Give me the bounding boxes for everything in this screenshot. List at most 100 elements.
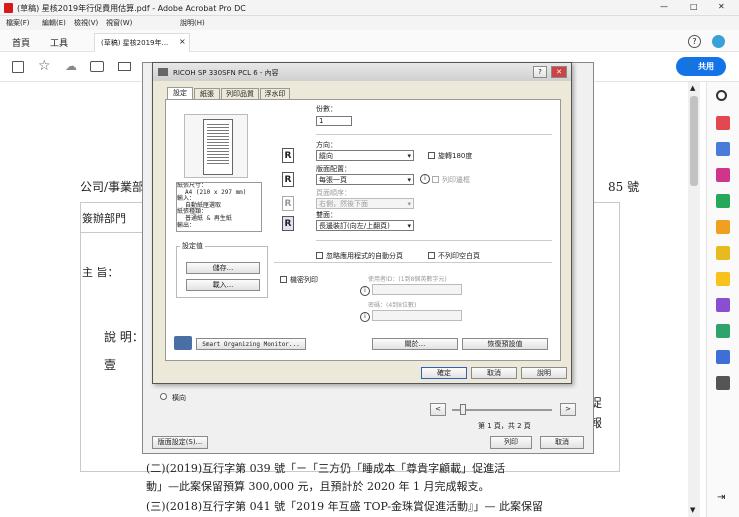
dialog-cancel-button[interactable]: 取消 — [471, 367, 517, 379]
minimize-button[interactable]: — — [660, 2, 668, 11]
right-tools-panel: ⇥ — [706, 82, 739, 517]
menu-view[interactable]: 檢視(V) — [74, 18, 98, 28]
tab-tools[interactable]: 工具 — [50, 36, 68, 49]
create-pdf-icon[interactable] — [716, 142, 730, 156]
dialog-help-icon[interactable]: ? — [533, 66, 547, 78]
divider-line — [274, 262, 552, 263]
page-slider-thumb[interactable] — [460, 404, 466, 415]
scroll-up-icon[interactable]: ▲ — [690, 84, 695, 92]
comment-icon[interactable] — [716, 272, 730, 286]
dialog-close-icon[interactable]: ✕ — [551, 66, 567, 78]
upload-cloud-icon[interactable]: ☁ — [65, 59, 77, 73]
collapse-panel-icon[interactable]: ⇥ — [717, 492, 725, 503]
rotate-180-checkbox[interactable] — [428, 152, 435, 159]
smart-organizing-monitor-button[interactable]: Smart Organizing Monitor... — [196, 338, 306, 350]
password-info-icon[interactable]: i — [360, 312, 370, 322]
more-tools-icon[interactable] — [716, 376, 730, 390]
save-settings-button[interactable]: 儲存... — [186, 262, 260, 274]
scroll-down-icon[interactable]: ▼ — [690, 506, 695, 514]
paper-info-list[interactable]: 紙張尺寸： A4 (210 x 297 mm) 輸入： 自動紙匣選取 紙張種類：… — [176, 182, 262, 232]
settings-group-label: 設定值 — [180, 241, 205, 251]
close-window-button[interactable]: ✕ — [718, 2, 725, 11]
window-title: (草稿) 星核2019年行促費用估算.pdf - Adobe Acrobat P… — [17, 4, 246, 13]
combine-files-icon[interactable] — [716, 194, 730, 208]
monitor-printer-icon — [174, 336, 192, 350]
organize-pages-icon[interactable] — [716, 168, 730, 182]
email-icon[interactable] — [118, 62, 131, 71]
menu-help[interactable]: 說明(H) — [180, 18, 205, 28]
load-settings-button[interactable]: 載入... — [186, 279, 260, 291]
secure-print-label: 機密列印 — [290, 276, 318, 284]
tab-document-label: (草稿) 星核2019年... — [101, 39, 169, 47]
print-border-checkbox[interactable] — [432, 176, 439, 183]
duplex-select[interactable]: 長邊裝訂(向左/上翻頁) — [316, 220, 414, 231]
orientation-value: 縱向 — [319, 152, 333, 160]
share-button-label: 共用 — [698, 62, 714, 71]
ok-button[interactable]: 確定 — [421, 367, 467, 379]
page-order-value: 右側，然後下面 — [319, 200, 368, 208]
doc-paragraph-2: 動」—此案保留預算 300,000 元，且預計於 2020 年 1 月完成報支。 — [146, 480, 490, 493]
page-slider-track[interactable] — [452, 409, 552, 411]
edit-pdf-icon[interactable] — [716, 220, 730, 234]
menu-edit[interactable]: 編輯(E) — [42, 18, 66, 28]
tab-watermark[interactable]: 浮水印 — [260, 88, 290, 99]
layout-select[interactable]: 每張一頁 — [316, 174, 414, 185]
page-order-label: 頁面順序： — [316, 189, 351, 197]
print-icon[interactable] — [90, 61, 104, 72]
tab-document[interactable]: (草稿) 星核2019年... × — [94, 33, 190, 52]
about-button[interactable]: 關於... — [372, 338, 458, 350]
print-orientation-radio[interactable] — [160, 393, 167, 400]
print-button[interactable]: 列印 — [490, 436, 532, 449]
rotate-180-label: 旋轉180度 — [438, 152, 473, 160]
print-border-label: 列印邊框 — [442, 176, 470, 184]
protect-shield-icon[interactable] — [716, 350, 730, 364]
print-prev-button[interactable]: < — [430, 403, 446, 416]
layout-r-icon: R — [282, 172, 294, 187]
copies-input[interactable]: 1 — [316, 116, 352, 126]
orientation-select[interactable]: 縱向 — [316, 150, 414, 161]
printer-properties-dialog: RICOH SP 330SFN PCL 6 - 內容 ? ✕ 設定 紙張 列印品… — [152, 62, 572, 384]
user-id-info-icon[interactable]: i — [360, 286, 370, 296]
export-pdf-icon[interactable] — [716, 116, 730, 130]
doc-paragraph-1: (二)(2019)互行字第 039 號「ㄧ「三方仍「睡成本「尊貴字顧載」促進活 — [146, 462, 506, 475]
restore-defaults-button[interactable]: 恢復預設值 — [462, 338, 548, 350]
tab-home[interactable]: 首頁 — [12, 36, 30, 49]
help-circle-icon[interactable]: ? — [688, 35, 701, 48]
no-blank-page-checkbox[interactable] — [428, 252, 435, 259]
info-circle-icon[interactable]: i — [420, 174, 430, 184]
tab-print-quality[interactable]: 列印品質 — [221, 88, 259, 99]
maximize-button[interactable]: □ — [690, 2, 698, 11]
user-avatar[interactable] — [712, 35, 725, 48]
user-id-input[interactable] — [372, 284, 462, 295]
scroll-thumb[interactable] — [690, 96, 698, 186]
page-setup-button[interactable]: 版面設定(S)... — [152, 436, 208, 449]
password-input[interactable] — [372, 310, 462, 321]
settings-tab-panel: 紙張尺寸： A4 (210 x 297 mm) 輸入： 自動紙匣選取 紙張種類：… — [165, 99, 561, 361]
dialog-help-button[interactable]: 說明 — [521, 367, 567, 379]
doc-company-line: 公司/事業部 — [80, 180, 145, 194]
save-icon[interactable] — [12, 61, 24, 73]
printer-icon — [158, 68, 168, 76]
tab-settings[interactable]: 設定 — [167, 87, 193, 99]
page-order-select[interactable]: 右側，然後下面 — [316, 198, 414, 209]
print-production-icon[interactable] — [716, 324, 730, 338]
doc-dept-label: 簽辦部門 — [82, 212, 126, 225]
fill-sign-icon[interactable] — [716, 246, 730, 260]
tab-close-icon[interactable]: × — [179, 37, 186, 46]
doc-subject-label: 主 旨： — [82, 266, 119, 279]
bookmark-star-icon[interactable]: ☆ — [38, 58, 51, 74]
sign-pen-icon[interactable] — [716, 298, 730, 312]
menu-file[interactable]: 檔案(F) — [6, 18, 30, 28]
tab-paper[interactable]: 紙張 — [194, 88, 220, 99]
print-cancel-button[interactable]: 取消 — [540, 436, 584, 449]
zoom-search-icon[interactable] — [716, 90, 727, 101]
page-order-r-icon: R — [282, 196, 294, 211]
share-button[interactable]: 👤 共用 — [676, 57, 726, 76]
ignore-auto-page-checkbox[interactable] — [316, 252, 323, 259]
secure-print-checkbox[interactable] — [280, 276, 287, 283]
document-scrollbar[interactable]: ▲ ▼ — [688, 82, 700, 517]
print-next-button[interactable]: > — [560, 403, 576, 416]
menu-window[interactable]: 視窗(W) — [106, 18, 132, 28]
password-label: 密碼：(4到8位數) — [368, 302, 417, 309]
doc-paragraph-3: (三)(2018)互行字第 041 號「2019 年互盛 TOP-金珠賞促進活動… — [146, 500, 544, 513]
